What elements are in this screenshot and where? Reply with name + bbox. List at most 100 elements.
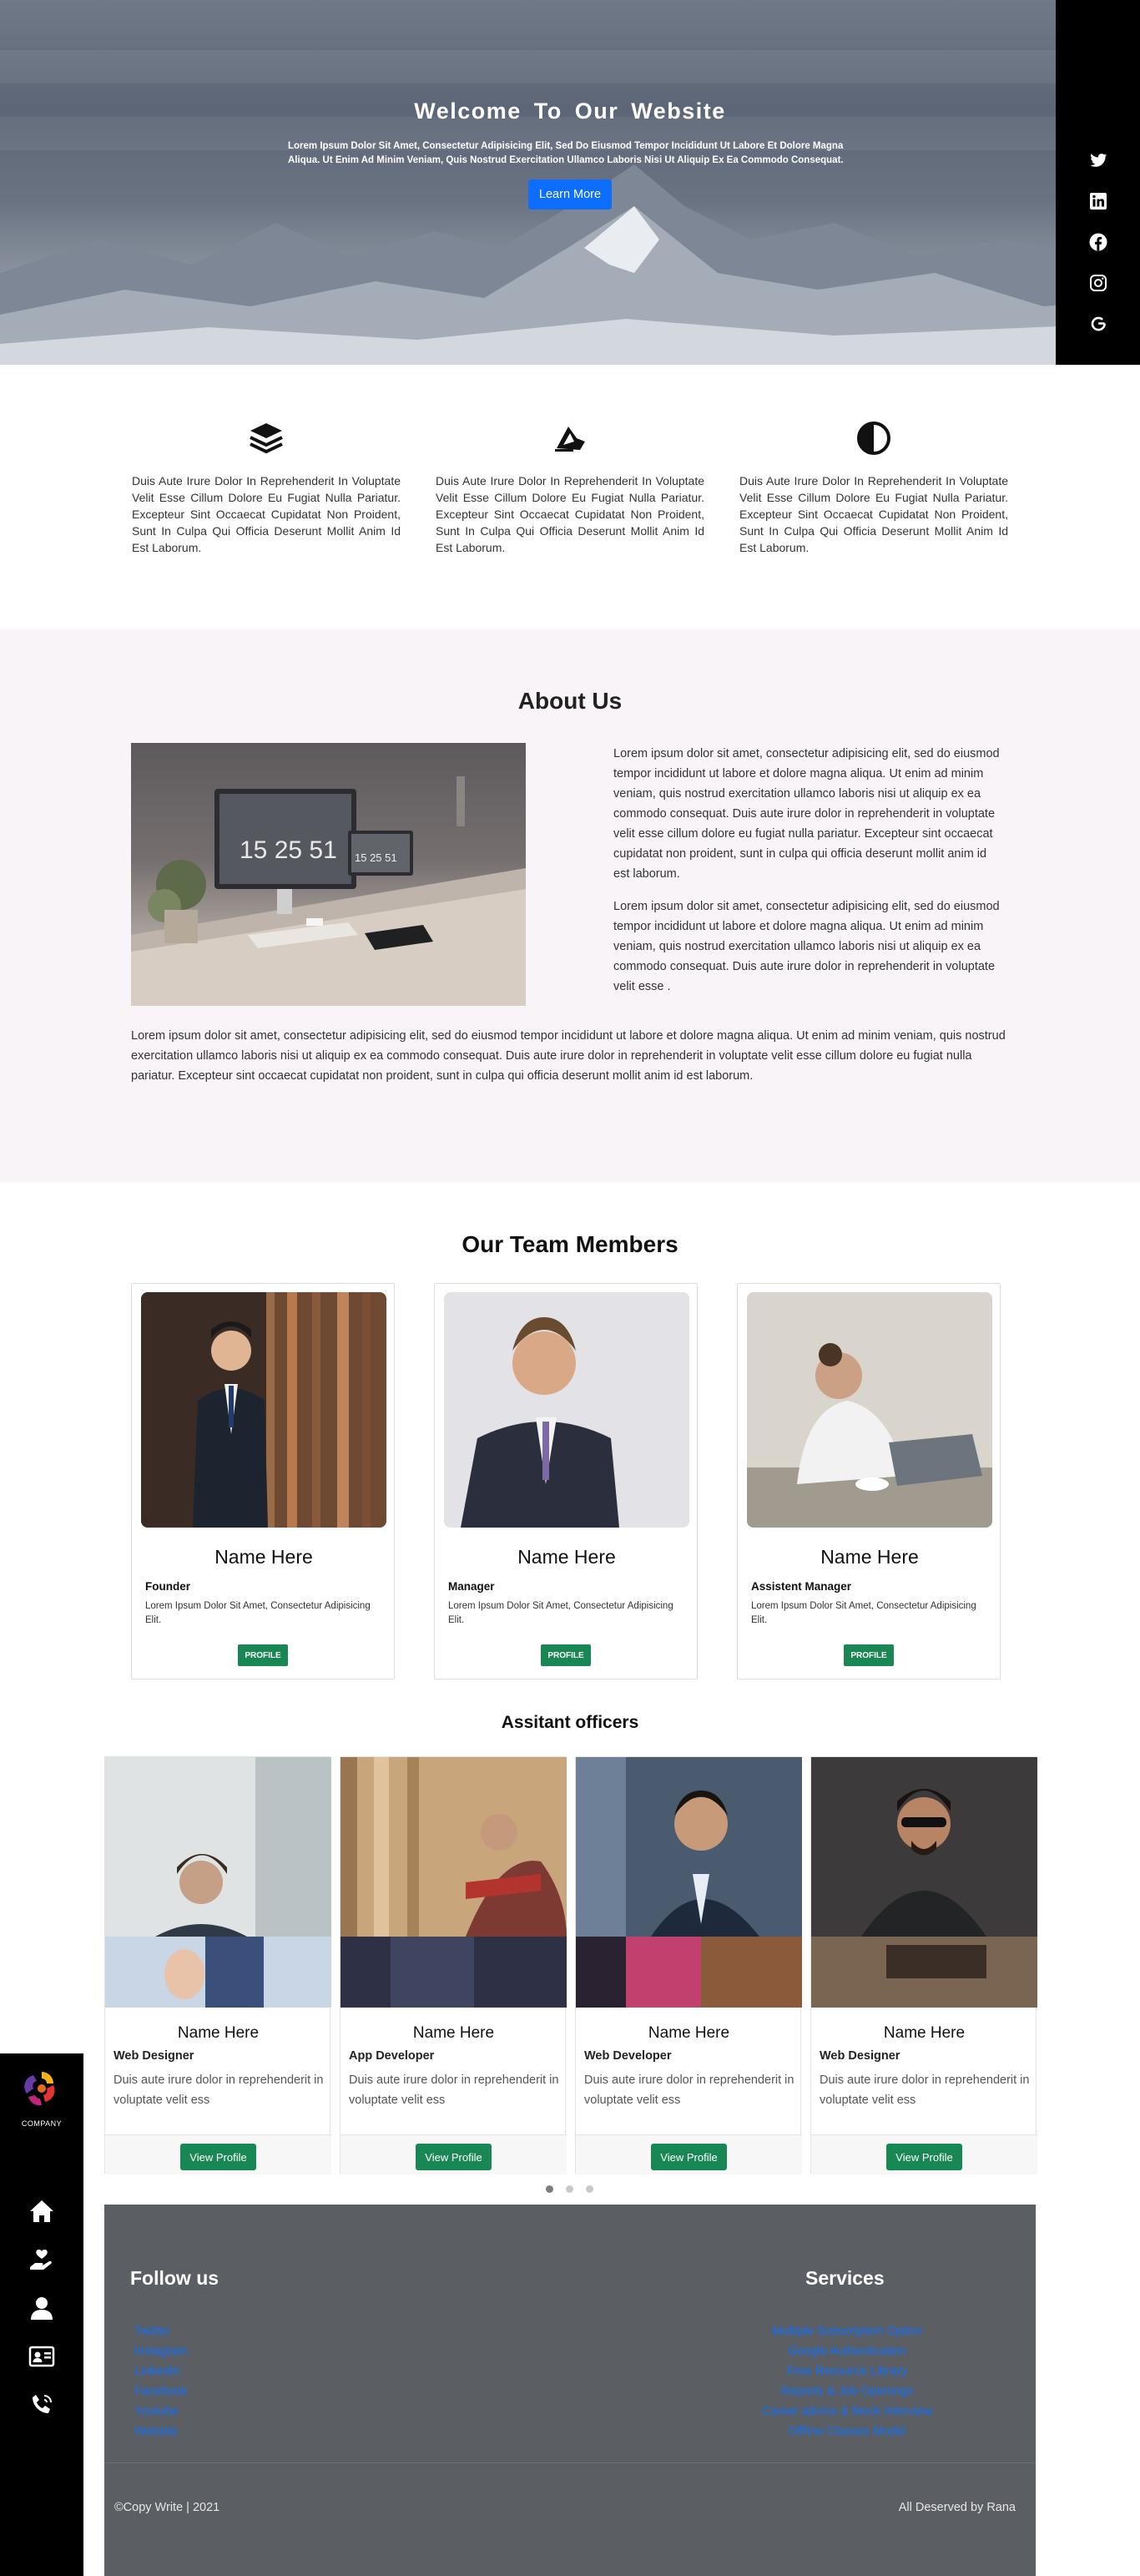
profile-button[interactable]: PROFILE	[541, 1644, 591, 1666]
team-member-name: Name Here	[517, 1546, 616, 1568]
officer-card: Name Here Web Designer Duis aute irure d…	[810, 1756, 1037, 2174]
officer-card-footer: View Profile	[340, 2134, 567, 2174]
logo-icon	[24, 2072, 55, 2106]
instagram-icon[interactable]	[1088, 273, 1108, 293]
officer-name: Name Here	[883, 2024, 966, 2042]
officer-name: Name Here	[177, 2024, 260, 2042]
logo-label: COMPANY	[21, 2119, 63, 2128]
follow-link-instagram[interactable]: Instagram	[134, 2341, 188, 2361]
person-icon[interactable]	[28, 2294, 56, 2322]
view-profile-button[interactable]: View Profile	[651, 2144, 727, 2170]
team-member-photo	[747, 1292, 992, 1528]
officer-description: Duis aute irure dolor in reprehenderit i…	[113, 2073, 324, 2107]
officer-description: Duis aute irure dolor in reprehenderit i…	[349, 2073, 559, 2107]
service-link[interactable]: Google Authentication	[755, 2341, 939, 2361]
officer-card: Name Here Web Developer Duis aute irure …	[575, 1756, 802, 2174]
team-member-name: Name Here	[214, 1546, 313, 1568]
services-title: Services	[805, 2267, 885, 2289]
officer-name: Name Here	[648, 2024, 730, 2042]
team-card: Name Here Founder Lorem Ipsum Dolor Sit …	[131, 1283, 395, 1679]
service-link[interactable]: Offline Classes Model	[755, 2422, 939, 2442]
about-section: About Us 15 25 51 15 25 51 Lorem ipsum d…	[0, 629, 1140, 1182]
view-profile-button[interactable]: View Profile	[416, 2144, 492, 2170]
feature-item: Duis Aute Irure Dolor In Reprehenderit I…	[132, 420, 401, 556]
feature-text: Duis Aute Irure Dolor In Reprehenderit I…	[436, 474, 704, 554]
follow-link-youtube[interactable]: Youtube	[134, 2402, 188, 2422]
facebook-icon[interactable]	[1088, 232, 1108, 252]
follow-link-linkedin[interactable]: Linkedin	[134, 2361, 188, 2382]
officer-card: Name Here Web Designer Duis aute irure d…	[104, 1756, 331, 2174]
follow-link-twitter[interactable]: Twitter	[134, 2321, 188, 2341]
service-link[interactable]: Career advice & Mock Interview	[755, 2402, 939, 2422]
phone-icon[interactable]	[28, 2391, 56, 2419]
carousel-dot[interactable]	[546, 2185, 553, 2193]
team-member-description: Lorem Ipsum Dolor Sit Amet, Consectetur …	[751, 1601, 976, 1625]
follow-links: Twitter Instagram Linkedin Facebook Yout…	[134, 2321, 188, 2442]
carousel-dot[interactable]	[566, 2185, 573, 2193]
team-member-role: Manager	[448, 1580, 495, 1593]
team-member-description: Lorem Ipsum Dolor Sit Amet, Consectetur …	[448, 1601, 673, 1625]
features-section: Duis Aute Irure Dolor In Reprehenderit I…	[0, 365, 1140, 629]
hero-content: Welcome To Our Website Lorem Ipsum Dolor…	[288, 98, 852, 210]
twitter-icon[interactable]	[1088, 150, 1108, 170]
profile-button[interactable]: PROFILE	[238, 1644, 288, 1666]
hero-text: Lorem Ipsum Dolor Sit Amet, Consectetur …	[288, 141, 844, 165]
officer-photo	[811, 1757, 1037, 2008]
service-link[interactable]: Multiple Subscription Option	[755, 2321, 939, 2341]
view-profile-button[interactable]: View Profile	[886, 2144, 962, 2170]
cloud-band	[0, 50, 1140, 83]
officer-photo	[105, 1757, 331, 2008]
feature-text: Duis Aute Irure Dolor In Reprehenderit I…	[132, 474, 401, 554]
workspace-illustration: 15 25 51 15 25 51	[131, 776, 526, 1006]
about-paragraph: Lorem ipsum dolor sit amet, consectetur …	[613, 747, 1000, 881]
officer-photo	[340, 1757, 567, 2008]
officer-photo	[576, 1757, 802, 2008]
company-logo[interactable]: COMPANY	[15, 2067, 68, 2130]
vector-pen-icon	[555, 427, 585, 452]
officer-role: Web Designer	[820, 2049, 900, 2063]
left-nav-sidebar: COMPANY	[0, 2053, 83, 2576]
copyright-text: ©Copy Write | 2021	[114, 2501, 220, 2514]
feature-text: Duis Aute Irure Dolor In Reprehenderit I…	[739, 474, 1008, 554]
contact-card-icon[interactable]	[28, 2342, 56, 2371]
about-workspace-image: 15 25 51 15 25 51	[131, 743, 526, 1006]
team-member-description: Lorem Ipsum Dolor Sit Amet, Consectetur …	[145, 1601, 371, 1625]
follow-link-website[interactable]: Website	[134, 2422, 188, 2442]
follow-link-facebook[interactable]: Facebook	[134, 2382, 188, 2402]
hero-title: Welcome To Our Website	[414, 98, 726, 124]
officer-role: Web Developer	[584, 2049, 672, 2063]
home-icon[interactable]	[28, 2197, 56, 2225]
officer-card: Name Here App Developer Duis aute irure …	[340, 1756, 567, 2174]
officer-role: App Developer	[349, 2049, 435, 2063]
services-links: Multiple Subscription Option Google Auth…	[755, 2321, 939, 2442]
officer-name: Name Here	[412, 2024, 495, 2042]
profile-button[interactable]: PROFILE	[844, 1644, 894, 1666]
hand-heart-icon[interactable]	[28, 2245, 56, 2274]
learn-more-button[interactable]: Learn More	[527, 179, 613, 210]
view-profile-button[interactable]: View Profile	[180, 2144, 256, 2170]
follow-us-title: Follow us	[130, 2267, 219, 2289]
team-card: Name Here Assistent Manager Lorem Ipsum …	[737, 1283, 1001, 1679]
about-title: About Us	[517, 688, 623, 714]
linkedin-icon[interactable]	[1088, 191, 1108, 211]
google-icon[interactable]	[1088, 314, 1108, 334]
rights-text: All Deserved by Rana	[898, 2501, 1016, 2514]
team-member-photo	[141, 1292, 386, 1528]
team-card: Name Here Manager Lorem Ipsum Dolor Sit …	[434, 1283, 698, 1679]
footer-divider	[104, 2462, 1036, 2463]
feature-item: Duis Aute Irure Dolor In Reprehenderit I…	[739, 420, 1008, 556]
service-link[interactable]: Free Resource Library	[755, 2361, 939, 2382]
feature-item: Duis Aute Irure Dolor In Reprehenderit I…	[436, 420, 704, 556]
service-link[interactable]: Reports & Job Openings	[755, 2382, 939, 2402]
team-member-photo	[444, 1292, 689, 1528]
officer-card-footer: View Profile	[105, 2134, 331, 2174]
about-paragraph: Lorem ipsum dolor sit amet, consectetur …	[613, 900, 1000, 993]
monitor-clock-small: 15 25 51	[355, 851, 397, 864]
hero-banner: Welcome To Our Website Lorem Ipsum Dolor…	[0, 0, 1140, 365]
officers-title: Assitant officers	[501, 1713, 639, 1732]
footer: Follow us Twitter Instagram Linkedin Fac…	[104, 2205, 1036, 2576]
officer-description: Duis aute irure dolor in reprehenderit i…	[584, 2073, 794, 2107]
monitor-clock: 15 25 51	[240, 836, 337, 864]
officer-description: Duis aute irure dolor in reprehenderit i…	[820, 2073, 1030, 2107]
carousel-dot[interactable]	[586, 2185, 593, 2193]
